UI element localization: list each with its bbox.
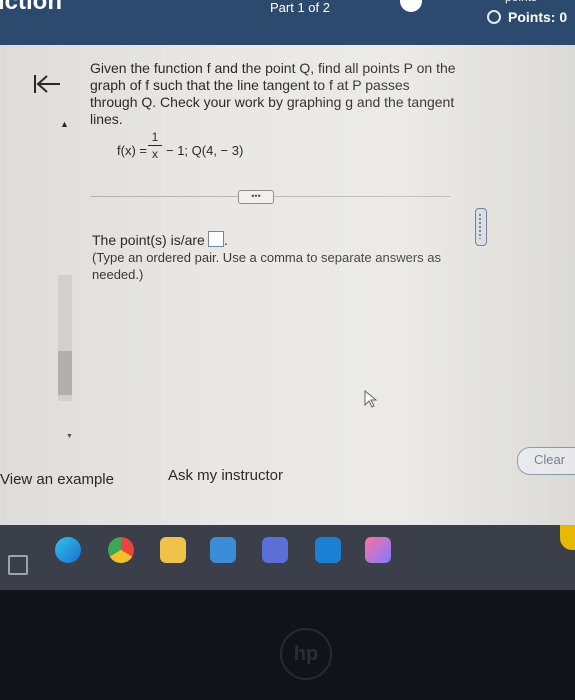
store-icon[interactable]: [210, 537, 236, 563]
question-prompt: Given the function f and the point Q, fi…: [90, 60, 456, 127]
fraction-denominator: x: [152, 147, 158, 161]
fraction-bar: [148, 145, 162, 146]
clear-button[interactable]: Clear: [517, 447, 575, 475]
question-panel: Given the function f and the point Q, fi…: [0, 45, 575, 525]
formula-start: f(x) =: [117, 143, 147, 158]
mouse-cursor-icon: [364, 390, 378, 408]
expand-button[interactable]: •••: [238, 190, 274, 204]
edge-icon[interactable]: [55, 537, 81, 563]
app-icon[interactable]: [315, 537, 341, 563]
scroll-thumb[interactable]: [58, 351, 72, 395]
view-example-link[interactable]: View an example: [0, 471, 114, 488]
scrollbar[interactable]: [58, 275, 72, 401]
part-indicator: Part 1 of 2: [270, 0, 330, 15]
teams-icon[interactable]: [262, 537, 288, 563]
answer-suffix: .: [223, 232, 228, 248]
back-to-start-icon[interactable]: [32, 72, 62, 96]
chrome-icon[interactable]: [108, 537, 134, 563]
points-top-label: points: [505, 0, 537, 4]
file-explorer-icon[interactable]: [160, 537, 186, 563]
fraction-numerator: 1: [151, 130, 159, 144]
formula-fraction: 1 x: [148, 130, 162, 161]
points-circle-icon: [487, 10, 501, 24]
formula-tail: − 1; Q(4, − 3): [166, 143, 244, 158]
top-bar: iction Part 1 of 2 points Points: 0: [0, 0, 575, 45]
windows-icon[interactable]: [8, 555, 28, 575]
laptop-bezel: hp: [0, 590, 575, 700]
answer-line: The point(s) is/are.: [92, 231, 228, 248]
scroll-up-icon[interactable]: ▲: [60, 119, 69, 129]
taskbar: [0, 525, 575, 590]
ask-instructor-link[interactable]: Ask my instructor: [168, 467, 283, 484]
answer-hint: (Type an ordered pair. Use a comma to se…: [92, 250, 442, 282]
hp-logo: hp: [280, 628, 332, 680]
top-circle-icon: [400, 0, 422, 12]
photos-icon[interactable]: [365, 537, 391, 563]
answer-input[interactable]: [207, 231, 224, 247]
resize-dots-icon: [478, 213, 482, 239]
points-label: Points: 0: [508, 9, 568, 25]
page-title-fragment: iction: [0, 0, 62, 15]
answer-label: The point(s) is/are: [92, 232, 205, 248]
scroll-down-icon[interactable]: ▼: [66, 433, 73, 440]
